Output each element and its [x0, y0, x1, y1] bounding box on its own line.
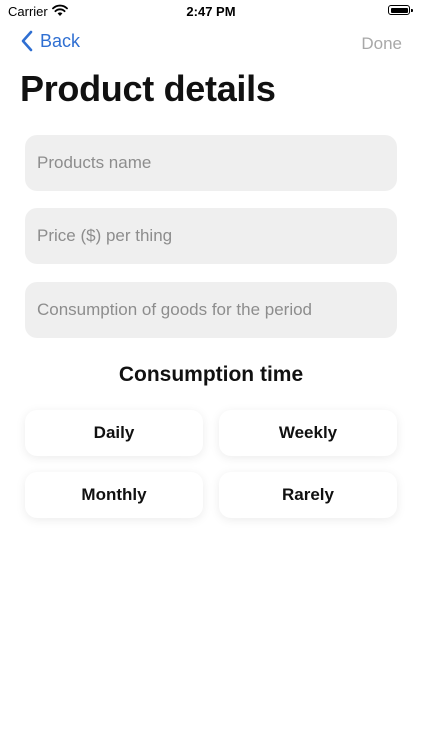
consumption-time-title: Consumption time — [118, 363, 304, 386]
product-name-field[interactable] — [25, 135, 397, 191]
page-title: Product details — [20, 68, 276, 109]
option-daily-button[interactable]: Daily — [25, 410, 203, 456]
price-field[interactable] — [25, 208, 397, 264]
navigation-bar: Back Done — [0, 28, 422, 60]
done-button[interactable]: Done — [361, 34, 402, 54]
back-button[interactable]: Back — [20, 30, 80, 52]
status-time: 2:47 PM — [186, 4, 236, 19]
option-monthly-button[interactable]: Monthly — [25, 472, 203, 518]
consumption-field[interactable] — [25, 282, 397, 338]
chevron-left-icon — [21, 30, 33, 52]
battery-icon — [388, 5, 413, 15]
consumption-input[interactable] — [25, 300, 397, 320]
product-name-input[interactable] — [25, 153, 397, 173]
status-bar: Carrier 2:47 PM — [0, 0, 422, 24]
back-label: Back — [40, 30, 81, 51]
price-input[interactable] — [25, 226, 397, 246]
option-weekly-button[interactable]: Weekly — [219, 410, 397, 456]
option-rarely-button[interactable]: Rarely — [219, 472, 397, 518]
